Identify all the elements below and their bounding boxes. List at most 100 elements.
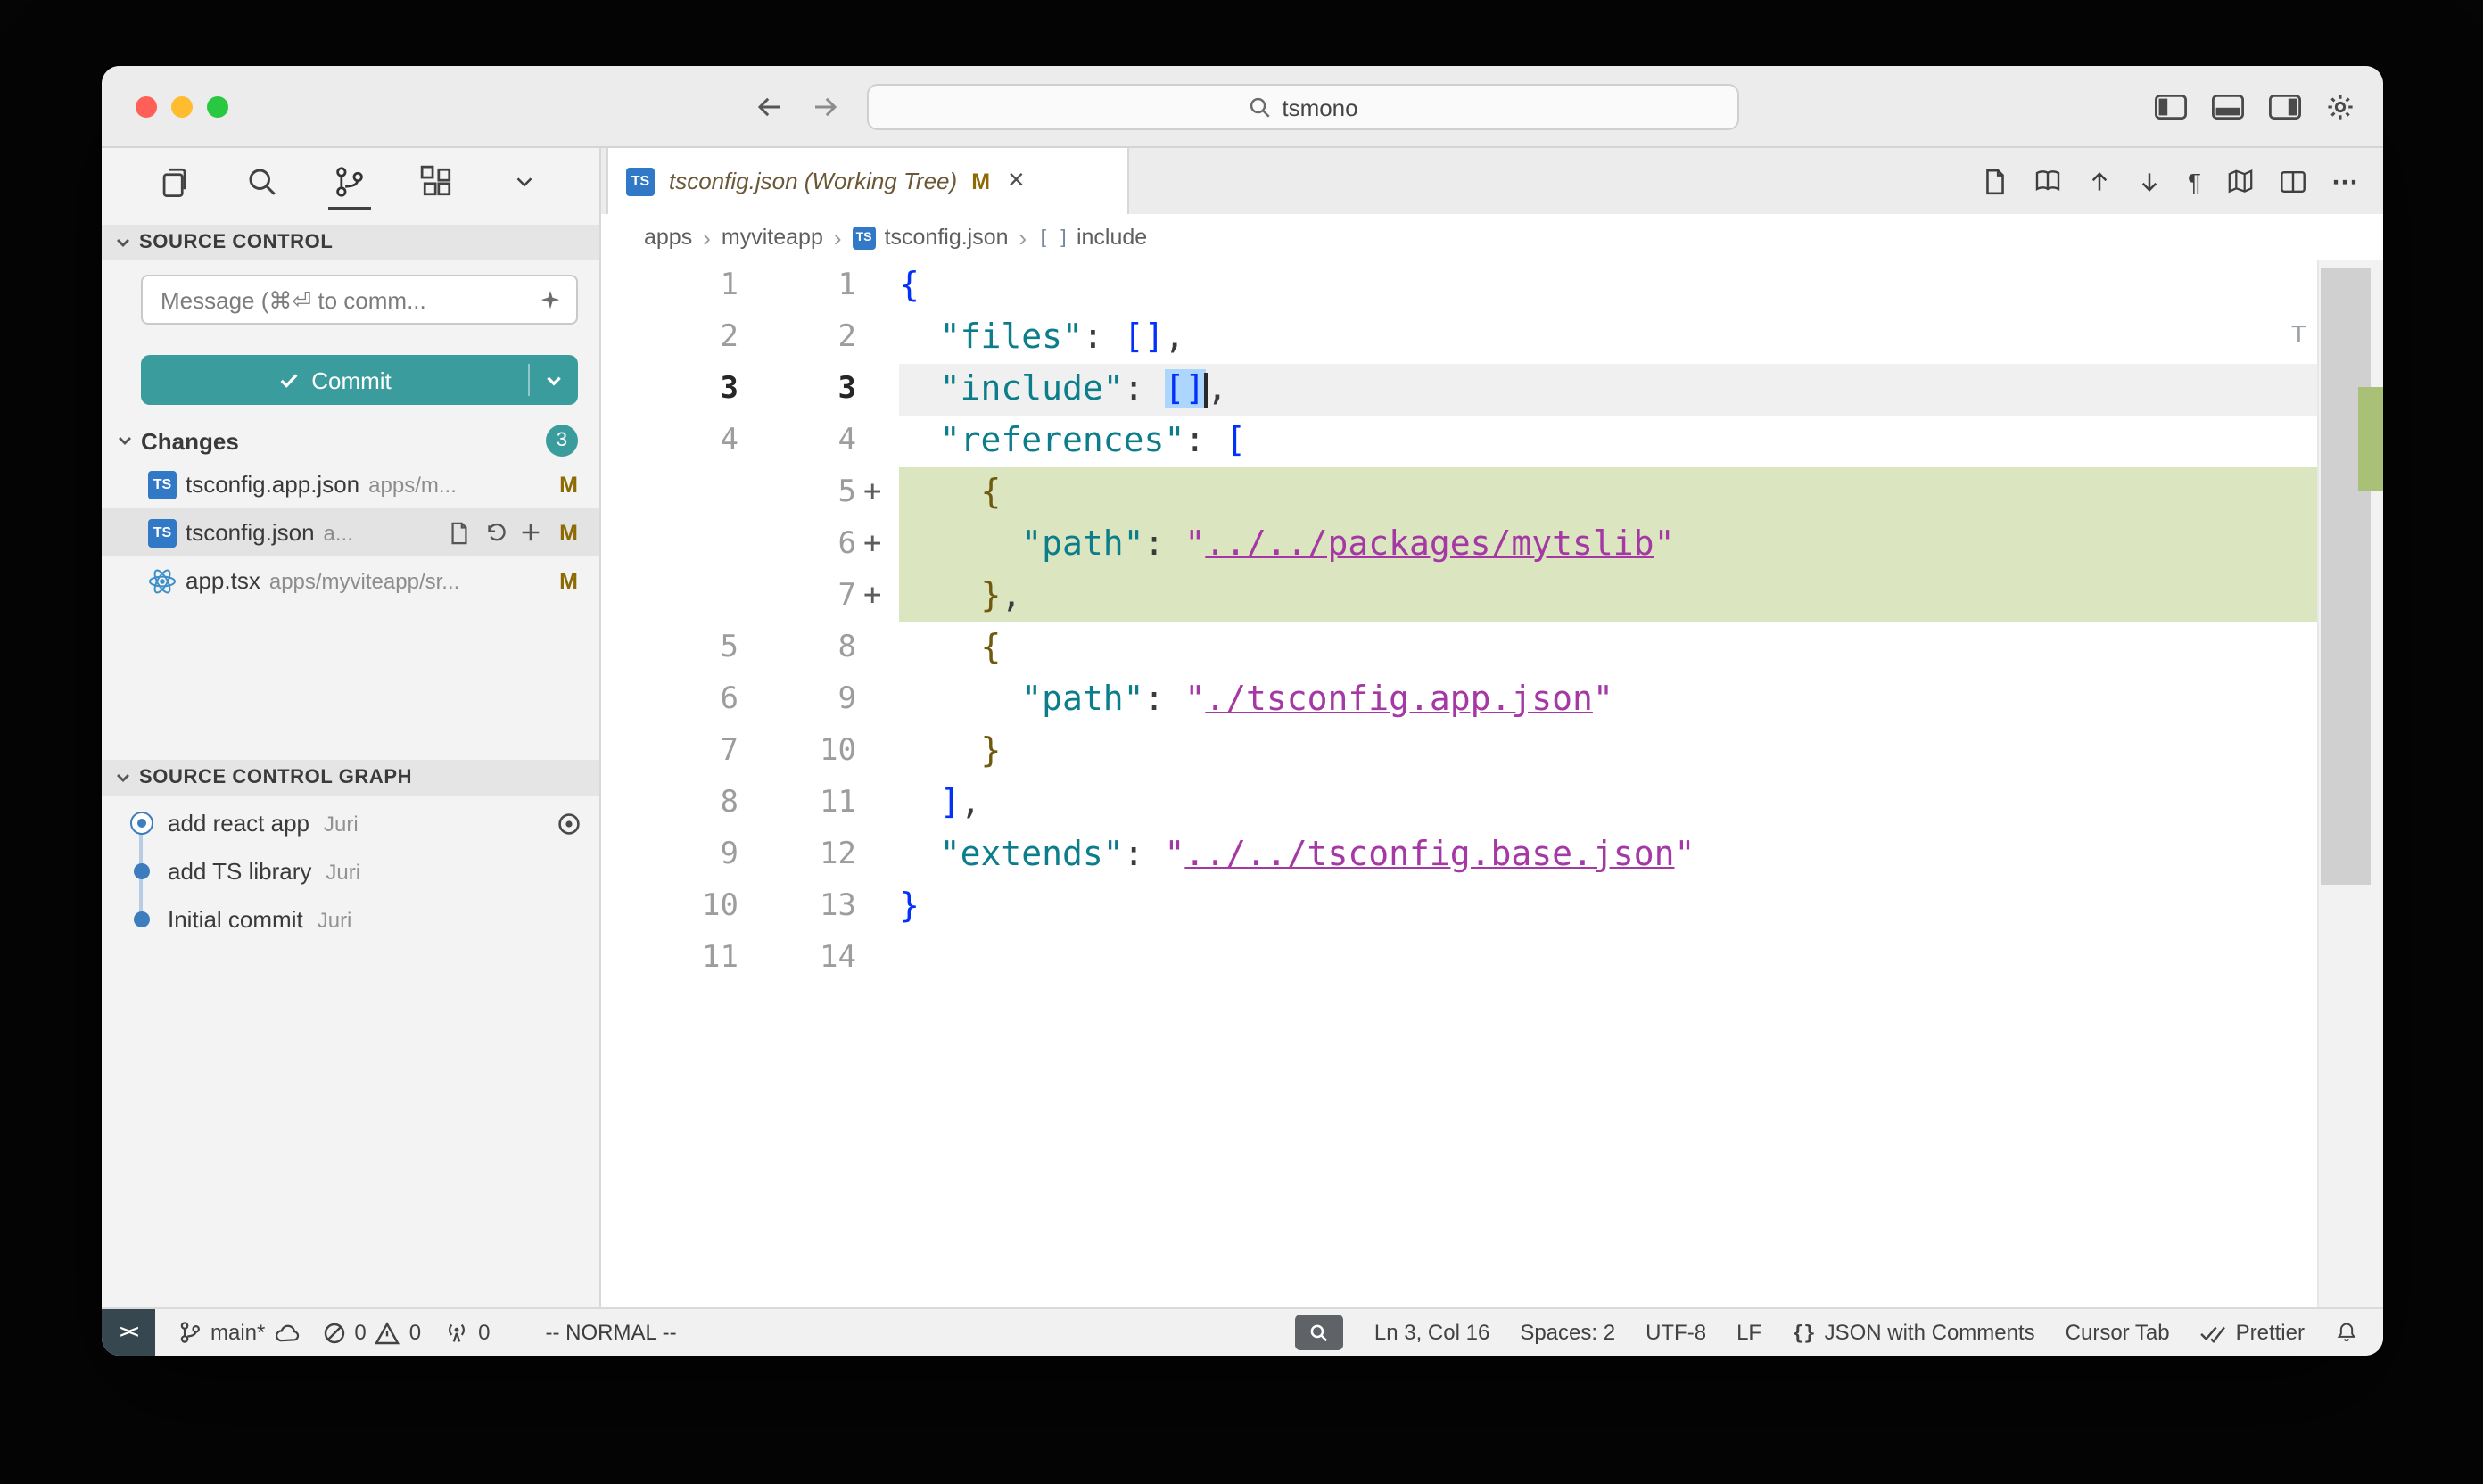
code-line[interactable]: 6+ "path": "../../packages/mytslib" xyxy=(601,519,2383,571)
minimize-window-button[interactable] xyxy=(171,96,193,118)
tab-tsconfig-json[interactable]: TS tsconfig.json (Working Tree) M × xyxy=(606,148,1129,214)
eol-item[interactable]: LF xyxy=(1736,1320,1761,1345)
scrollbar-track[interactable] xyxy=(2317,260,2383,1307)
zoom-window-button[interactable] xyxy=(207,96,228,118)
new-line-number[interactable]: 4 xyxy=(753,416,856,467)
new-line-number[interactable]: 9 xyxy=(753,674,856,726)
branch-item[interactable]: main* xyxy=(178,1320,299,1345)
source-control-section-header[interactable]: SOURCE CONTROL xyxy=(102,225,599,260)
code-line-text[interactable]: "include": [], xyxy=(899,364,2317,416)
ports-item[interactable]: 0 xyxy=(444,1320,490,1345)
code-line-text[interactable]: { xyxy=(899,260,2317,312)
code-line-text[interactable]: } xyxy=(899,881,2317,933)
new-line-number[interactable]: 5 xyxy=(753,467,856,519)
toggle-sidebar-icon[interactable] xyxy=(2155,94,2187,119)
close-icon[interactable]: × xyxy=(1008,167,1025,195)
new-line-number[interactable]: 2 xyxy=(753,312,856,364)
vim-mode-indicator[interactable]: -- NORMAL -- xyxy=(546,1320,677,1345)
target-icon[interactable] xyxy=(557,811,582,836)
code-line[interactable]: 69 "path": "./tsconfig.app.json" xyxy=(601,674,2383,726)
commit-message-box[interactable] xyxy=(141,275,578,325)
new-line-number[interactable]: 13 xyxy=(753,881,856,933)
language-mode-item[interactable]: {} JSON with Comments xyxy=(1792,1320,2035,1345)
old-line-number[interactable] xyxy=(601,519,753,571)
code-line-text[interactable]: "references": [ xyxy=(899,416,2317,467)
new-line-number[interactable]: 11 xyxy=(753,778,856,829)
code-line-text[interactable]: }, xyxy=(899,571,2317,622)
open-changes-icon[interactable] xyxy=(1983,167,2009,195)
code-line-text[interactable]: "path": "../../packages/mytslib" xyxy=(899,519,2317,571)
toggle-panel-icon[interactable] xyxy=(2212,94,2244,119)
code-line-text[interactable]: "path": "./tsconfig.app.json" xyxy=(899,674,2317,726)
commit-dropdown-button[interactable] xyxy=(530,355,578,405)
old-line-number[interactable] xyxy=(601,467,753,519)
remote-indicator[interactable]: >< xyxy=(102,1309,155,1356)
new-line-number[interactable]: 1 xyxy=(753,260,856,312)
close-window-button[interactable] xyxy=(136,96,157,118)
code-line-text[interactable] xyxy=(899,933,2317,985)
cursor-tab-item[interactable]: Cursor Tab xyxy=(2066,1320,2170,1345)
arrow-down-icon[interactable] xyxy=(2138,169,2163,194)
code-line-text[interactable]: "extends": "../../tsconfig.base.json" xyxy=(899,829,2317,881)
code-line[interactable]: 912 "extends": "../../tsconfig.base.json… xyxy=(601,829,2383,881)
more-actions-icon[interactable]: ⋯ xyxy=(2331,165,2358,197)
encoding-item[interactable]: UTF-8 xyxy=(1646,1320,1706,1345)
scm-file-row[interactable]: app.tsxapps/myviteapp/sr...M xyxy=(102,556,599,605)
forward-icon[interactable] xyxy=(812,92,840,120)
old-line-number[interactable]: 11 xyxy=(601,933,753,985)
code-line[interactable]: 1114 xyxy=(601,933,2383,985)
old-line-number[interactable]: 8 xyxy=(601,778,753,829)
inline-diff-icon[interactable] xyxy=(2034,168,2063,194)
old-line-number[interactable]: 5 xyxy=(601,622,753,674)
code-line[interactable]: 811 ], xyxy=(601,778,2383,829)
indentation-item[interactable]: Spaces: 2 xyxy=(1520,1320,1615,1345)
old-line-number[interactable]: 3 xyxy=(601,364,753,416)
code-line[interactable]: 22 "files": [], xyxy=(601,312,2383,364)
new-line-number[interactable]: 7 xyxy=(753,571,856,622)
code-line[interactable]: 11 { xyxy=(601,260,2383,312)
changes-header[interactable]: Changes 3 xyxy=(102,421,599,460)
new-line-number[interactable]: 6 xyxy=(753,519,856,571)
code-line[interactable]: 710 } xyxy=(601,726,2383,778)
code-line[interactable]: 7+ }, xyxy=(601,571,2383,622)
old-line-number[interactable]: 4 xyxy=(601,416,753,467)
old-line-number[interactable]: 1 xyxy=(601,260,753,312)
cursor-position-item[interactable]: Ln 3, Col 16 xyxy=(1374,1320,1489,1345)
pilcrow-icon[interactable]: ¶ xyxy=(2188,167,2201,195)
split-editor-icon[interactable] xyxy=(2280,169,2306,194)
explorer-icon[interactable] xyxy=(152,152,198,210)
discard-changes-icon[interactable] xyxy=(483,521,506,544)
code-line[interactable]: 1013} xyxy=(601,881,2383,933)
old-line-number[interactable] xyxy=(601,571,753,622)
code-line-text[interactable]: { xyxy=(899,622,2317,674)
scm-file-row[interactable]: TStsconfig.jsona...M xyxy=(102,508,599,556)
formatter-item[interactable]: Prettier xyxy=(2200,1320,2305,1345)
code-line-text[interactable]: ], xyxy=(899,778,2317,829)
new-line-number[interactable]: 3 xyxy=(753,364,856,416)
search-icon[interactable] xyxy=(239,152,285,210)
map-icon[interactable] xyxy=(2226,168,2255,194)
breadcrumb-item[interactable]: apps xyxy=(644,225,692,250)
breadcrumb-item[interactable]: myviteapp xyxy=(722,225,823,250)
command-center-search[interactable]: tsmono xyxy=(867,84,1739,130)
scrollbar-thumb[interactable] xyxy=(2321,268,2371,885)
sparkle-icon[interactable] xyxy=(539,288,562,311)
code-line[interactable]: 33 "include": [], xyxy=(601,364,2383,416)
old-line-number[interactable]: 2 xyxy=(601,312,753,364)
commit-row[interactable]: add TS libraryJuri xyxy=(102,847,599,895)
source-control-graph-header[interactable]: SOURCE CONTROL GRAPH xyxy=(102,760,599,796)
commit-button[interactable]: Commit xyxy=(141,355,578,405)
commit-message-input[interactable] xyxy=(157,284,528,315)
new-line-number[interactable]: 10 xyxy=(753,726,856,778)
old-line-number[interactable]: 6 xyxy=(601,674,753,726)
bell-icon[interactable] xyxy=(2335,1320,2358,1345)
extensions-icon[interactable] xyxy=(414,152,460,210)
new-line-number[interactable]: 8 xyxy=(753,622,856,674)
gear-icon[interactable] xyxy=(2326,92,2355,120)
new-line-number[interactable]: 14 xyxy=(753,933,856,985)
code-line[interactable]: 5+ { xyxy=(601,467,2383,519)
source-control-icon[interactable] xyxy=(326,152,373,210)
open-file-icon[interactable] xyxy=(447,520,470,545)
stage-changes-icon[interactable] xyxy=(518,521,541,544)
commit-row[interactable]: add react appJuri xyxy=(102,799,599,847)
